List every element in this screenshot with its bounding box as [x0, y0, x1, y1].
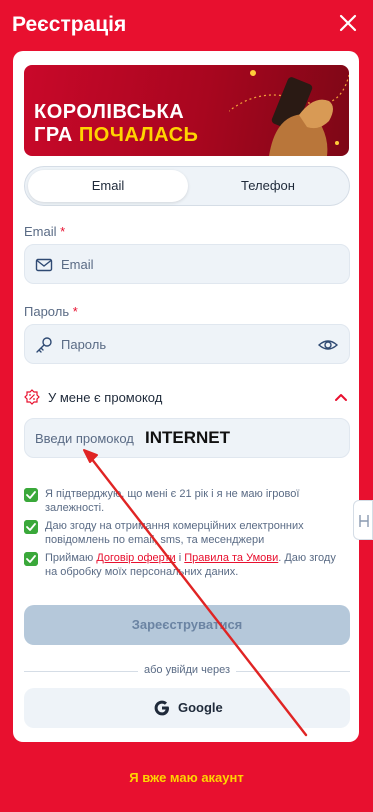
header: Реєстрація: [0, 0, 373, 50]
promo-placeholder: Введи промокод: [35, 431, 134, 446]
password-placeholder: Пароль: [61, 337, 107, 352]
mail-icon: [35, 258, 53, 272]
promo-toggle-label: У мене є промокод: [48, 390, 163, 405]
consent-marketing[interactable]: Даю згоду на отримання комерційних елект…: [24, 519, 350, 547]
close-icon[interactable]: [338, 13, 358, 33]
promo-banner[interactable]: КОРОЛІВСЬКА ГРА ПОЧАЛАСЬ: [24, 65, 349, 156]
promo-code-annotation: INTERNET: [145, 428, 230, 447]
chevron-up-icon[interactable]: [334, 391, 348, 403]
checkbox-checked-icon[interactable]: [24, 488, 38, 502]
tab-phone[interactable]: Телефон: [188, 170, 348, 202]
google-button-label: Google: [178, 700, 223, 715]
promo-badge-icon: [24, 389, 40, 405]
eye-icon[interactable]: [318, 336, 338, 354]
key-icon: [36, 337, 52, 353]
offer-agreement-link[interactable]: Договір оферти: [96, 552, 175, 564]
banner-line2-yellow: ПОЧАЛАСЬ: [78, 124, 199, 146]
email-label-text: Email: [24, 224, 57, 239]
terms-link[interactable]: Правила та Умови: [184, 552, 278, 564]
consent-age-text: Я підтверджую, що мені є 21 рік і я не м…: [45, 488, 300, 514]
banner-line2: ГРА ПОЧАЛАСЬ: [34, 124, 198, 147]
consent-terms-text: Приймаю Договір оферти і Правила та Умов…: [45, 551, 345, 579]
checkbox-checked-icon[interactable]: [24, 552, 38, 566]
divider-text: або увійди через: [137, 664, 237, 676]
consent-terms-before: Приймаю: [45, 552, 97, 564]
required-mark: *: [60, 224, 66, 239]
required-mark: *: [72, 304, 78, 319]
email-placeholder: Email: [61, 257, 94, 272]
page-title: Реєстрація: [12, 13, 127, 36]
password-label: Пароль *: [24, 304, 78, 319]
consent-terms-mid: і: [175, 552, 185, 564]
tab-email[interactable]: Email: [28, 170, 188, 202]
consent-marketing-text: Даю згоду на отримання комерційних елект…: [45, 520, 304, 546]
banner-art: [229, 70, 349, 156]
chat-widget-icon: [359, 515, 369, 527]
login-link[interactable]: Я вже маю акаунт: [0, 770, 373, 785]
password-field[interactable]: Пароль: [24, 324, 350, 364]
side-widget-tab[interactable]: [353, 500, 373, 540]
google-login-button[interactable]: Google: [24, 688, 350, 728]
checkbox-checked-icon[interactable]: [24, 520, 38, 534]
email-field[interactable]: Email: [24, 244, 350, 284]
consent-terms[interactable]: Приймаю Договір оферти і Правила та Умов…: [24, 551, 350, 579]
promo-toggle[interactable]: У мене є промокод: [24, 388, 350, 408]
password-label-text: Пароль: [24, 304, 70, 319]
google-icon: [154, 700, 169, 716]
registration-card: КОРОЛІВСЬКА ГРА ПОЧАЛАСЬ Email Телефон E…: [13, 51, 359, 742]
divider-text-wrap: або увійди через: [24, 664, 350, 676]
promo-code-input[interactable]: Введи промокод INTERNET: [24, 418, 350, 458]
banner-line2-white: ГРА: [34, 124, 79, 146]
auth-method-tabs: Email Телефон: [24, 166, 350, 206]
consent-age[interactable]: Я підтверджую, що мені є 21 рік і я не м…: [24, 487, 350, 515]
register-button[interactable]: Зареєструватися: [24, 605, 350, 645]
divider: або увійди через: [24, 664, 350, 678]
email-label: Email *: [24, 224, 65, 239]
banner-line1: КОРОЛІВСЬКА: [34, 101, 185, 123]
